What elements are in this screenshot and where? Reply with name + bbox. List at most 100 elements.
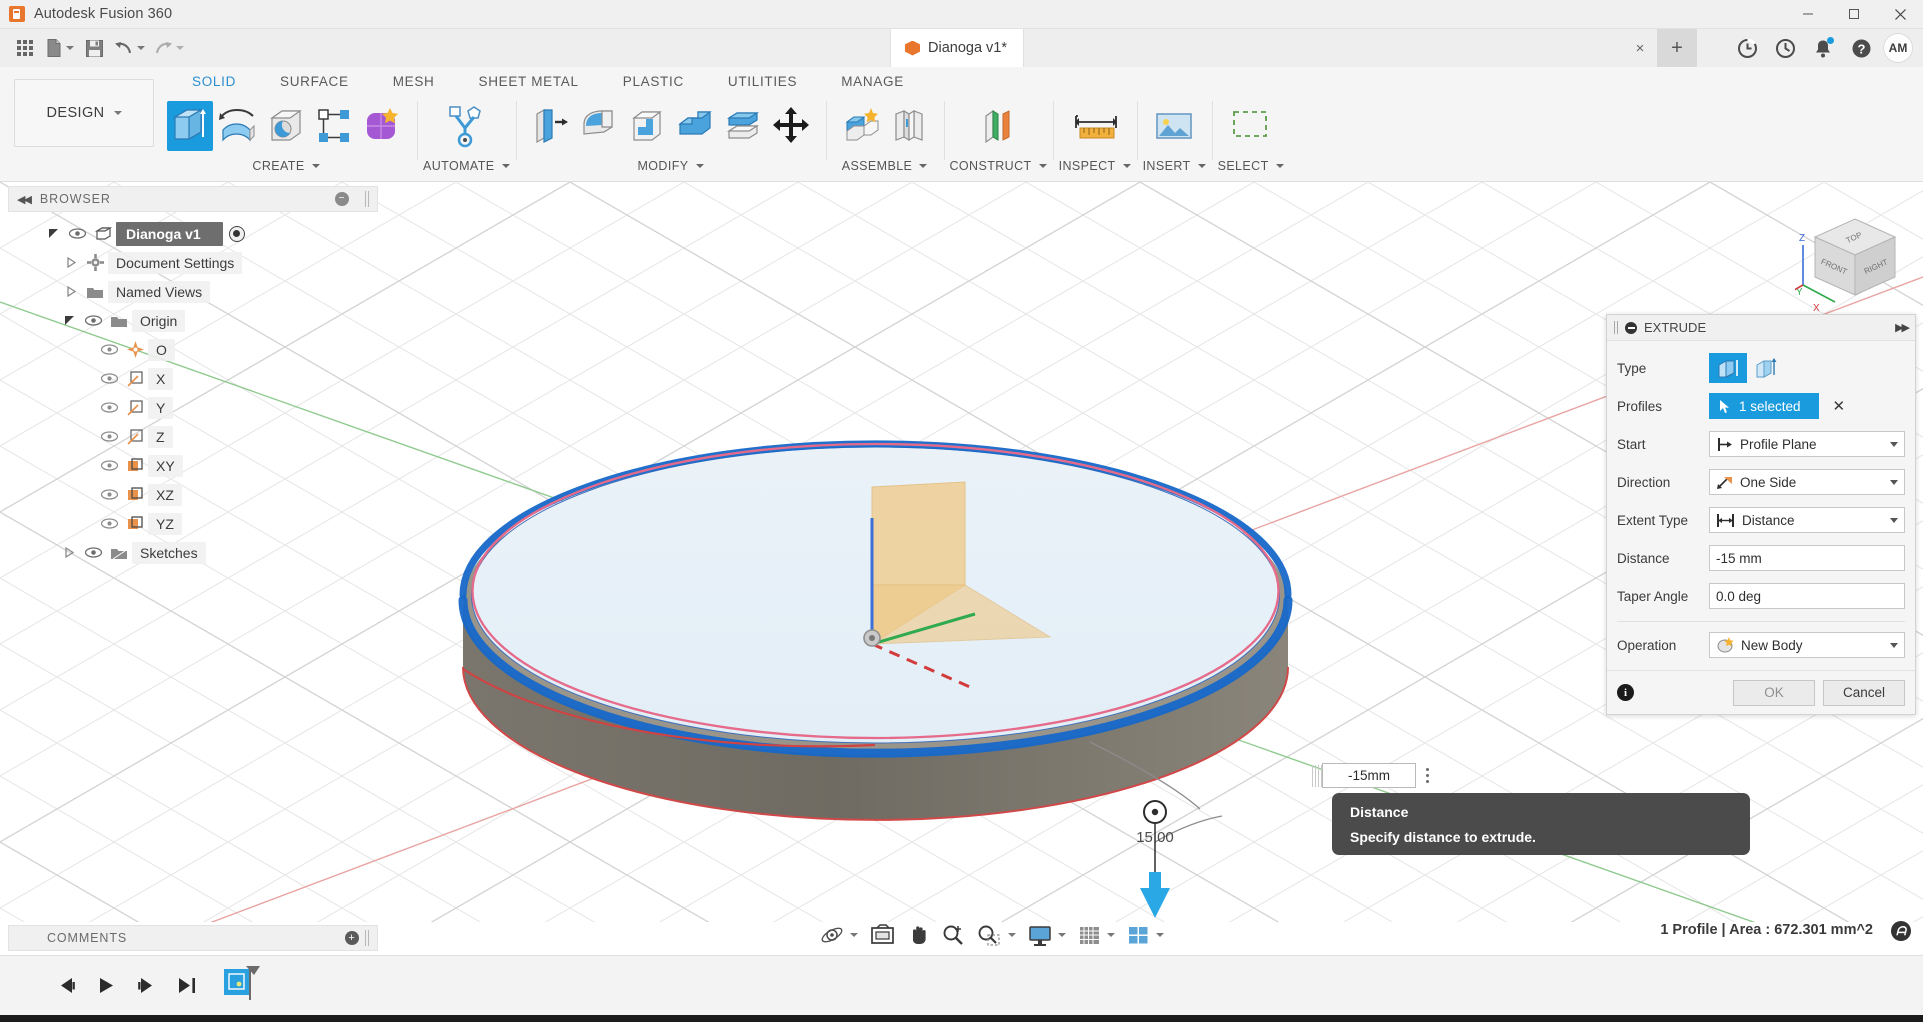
minimize-button[interactable] [1785,0,1831,29]
activate-component-radio[interactable] [229,226,245,242]
help-icon[interactable]: ? [1845,32,1877,64]
visibility-eye-icon[interactable] [96,402,122,413]
operation-dropdown[interactable]: New Body [1709,632,1905,658]
ribbon-group-insert-label[interactable]: INSERT [1143,157,1206,175]
twist-down-icon[interactable] [58,315,80,326]
workspace-selector[interactable]: DESIGN [14,79,154,147]
move-copy-command[interactable] [768,101,814,151]
sweep-command[interactable] [263,101,309,151]
tree-item-plane-yz[interactable]: YZ [8,509,378,538]
taper-angle-input[interactable]: 0.0 deg [1709,583,1905,609]
maximize-button[interactable] [1831,0,1877,29]
visibility-eye-icon[interactable] [96,373,122,384]
offset-plane-command[interactable] [975,101,1021,151]
undo-button[interactable] [111,33,148,63]
expand-dialog-icon[interactable]: ▶▶ [1895,321,1908,334]
edge-extrude-icon[interactable] [1747,353,1785,383]
ribbon-group-construct-label[interactable]: CONSTRUCT [950,157,1047,175]
value-box-options-icon[interactable] [1416,763,1438,788]
fit-tool[interactable] [972,920,1021,950]
add-comment-button[interactable]: + [345,931,359,945]
document-tab[interactable]: Dianoga v1* [890,29,1024,67]
ribbon-group-automate-label[interactable]: AUTOMATE [423,157,510,175]
app-grid-button[interactable] [10,33,40,63]
comments-resize-grip[interactable] [365,930,369,946]
tree-item-dianoga[interactable]: Dianoga v1 [8,219,378,248]
tree-item-named-views[interactable]: Named Views [8,277,378,306]
twist-right-icon[interactable] [58,547,80,558]
timeline-end[interactable] [170,970,202,1002]
new-tab-button[interactable]: + [1657,29,1697,67]
tree-item-plane-xz[interactable]: XZ [8,480,378,509]
look-at-tool[interactable] [865,920,900,950]
dialog-drag-grip[interactable] [1614,321,1618,334]
measure-command[interactable] [1072,101,1118,151]
combine-command[interactable] [672,101,718,151]
visibility-eye-icon[interactable] [64,228,90,239]
browser-minimize-button[interactable]: − [335,192,349,206]
save-button[interactable] [79,33,109,63]
grid-snaps[interactable] [1073,920,1120,950]
twist-down-icon[interactable] [42,228,64,239]
split-body-command[interactable] [720,101,766,151]
tree-item-sketches[interactable]: Sketches [8,538,378,567]
timeline-step-forward[interactable] [130,970,162,1002]
tab-sheet-metal[interactable]: SHEET METAL [457,67,601,95]
tree-item-document-settings[interactable]: Document Settings [8,248,378,277]
orbit-tool[interactable] [815,920,863,950]
visibility-eye-icon[interactable] [96,489,122,500]
ribbon-group-modify-label[interactable]: MODIFY [637,157,703,175]
collapse-left-icon[interactable]: ◀◀ [17,193,30,206]
comments-panel[interactable]: COMMENTS + [8,925,378,951]
sketch-feature[interactable] [224,964,264,1007]
visibility-eye-icon[interactable] [80,547,106,558]
press-pull-command[interactable] [528,101,574,151]
tab-mesh[interactable]: MESH [371,67,457,95]
visibility-eye-icon[interactable] [80,315,106,326]
close-button[interactable] [1877,0,1923,29]
tab-manage[interactable]: MANAGE [819,67,926,95]
visibility-eye-icon[interactable] [96,431,122,442]
joint-command[interactable] [886,101,932,151]
tab-utilities[interactable]: UTILITIES [706,67,819,95]
ribbon-group-assemble-label[interactable]: ASSEMBLE [842,157,928,175]
tree-item-origin[interactable]: Origin [8,306,378,335]
profile-extrude-icon[interactable] [1709,353,1747,383]
view-cube[interactable]: TOP FRONT RIGHT Z Y X [1795,207,1915,322]
distance-input[interactable]: -15 mm [1709,545,1905,571]
tab-solid[interactable]: SOLID [170,67,258,95]
ribbon-group-create-label[interactable]: CREATE [252,157,319,175]
zoom-tool[interactable] [936,920,970,950]
notifications-icon[interactable] [1807,32,1839,64]
twist-right-icon[interactable] [60,286,82,297]
fillet-command[interactable] [576,101,622,151]
tree-item-origin-y[interactable]: Y [8,393,378,422]
fusion-badge-icon[interactable]: ᗩ [1891,921,1911,941]
clear-selection-button[interactable]: ✕ [1833,397,1846,415]
pattern-command[interactable] [311,101,357,151]
redo-button[interactable] [150,33,187,63]
cancel-button[interactable]: Cancel [1823,680,1905,706]
job-status-icon[interactable] [1769,32,1801,64]
start-dropdown[interactable]: Profile Plane [1709,431,1905,457]
viewports[interactable] [1122,920,1169,950]
form-command[interactable] [359,101,405,151]
collapse-dialog-icon[interactable] [1625,322,1637,334]
automate-command[interactable] [443,101,489,151]
extrude-dialog-header[interactable]: EXTRUDE ▶▶ [1607,315,1915,341]
tree-item-origin-o[interactable]: O [8,335,378,364]
value-box-grip[interactable] [1312,765,1322,787]
manipulator-distance-input[interactable]: -15mm [1322,763,1416,788]
extent-type-dropdown[interactable]: Distance [1709,507,1905,533]
profiles-select-button[interactable]: 1 selected [1709,393,1819,419]
timeline-play[interactable] [90,970,122,1002]
info-icon[interactable]: i [1617,684,1634,701]
tab-plastic[interactable]: PLASTIC [601,67,706,95]
twist-right-icon[interactable] [60,257,82,268]
pan-tool[interactable] [902,920,934,950]
new-component-command[interactable] [838,101,884,151]
tree-item-origin-x[interactable]: X [8,364,378,393]
new-file-button[interactable] [42,33,77,63]
ribbon-group-select-label[interactable]: SELECT [1218,157,1284,175]
direction-dropdown[interactable]: One Side [1709,469,1905,495]
